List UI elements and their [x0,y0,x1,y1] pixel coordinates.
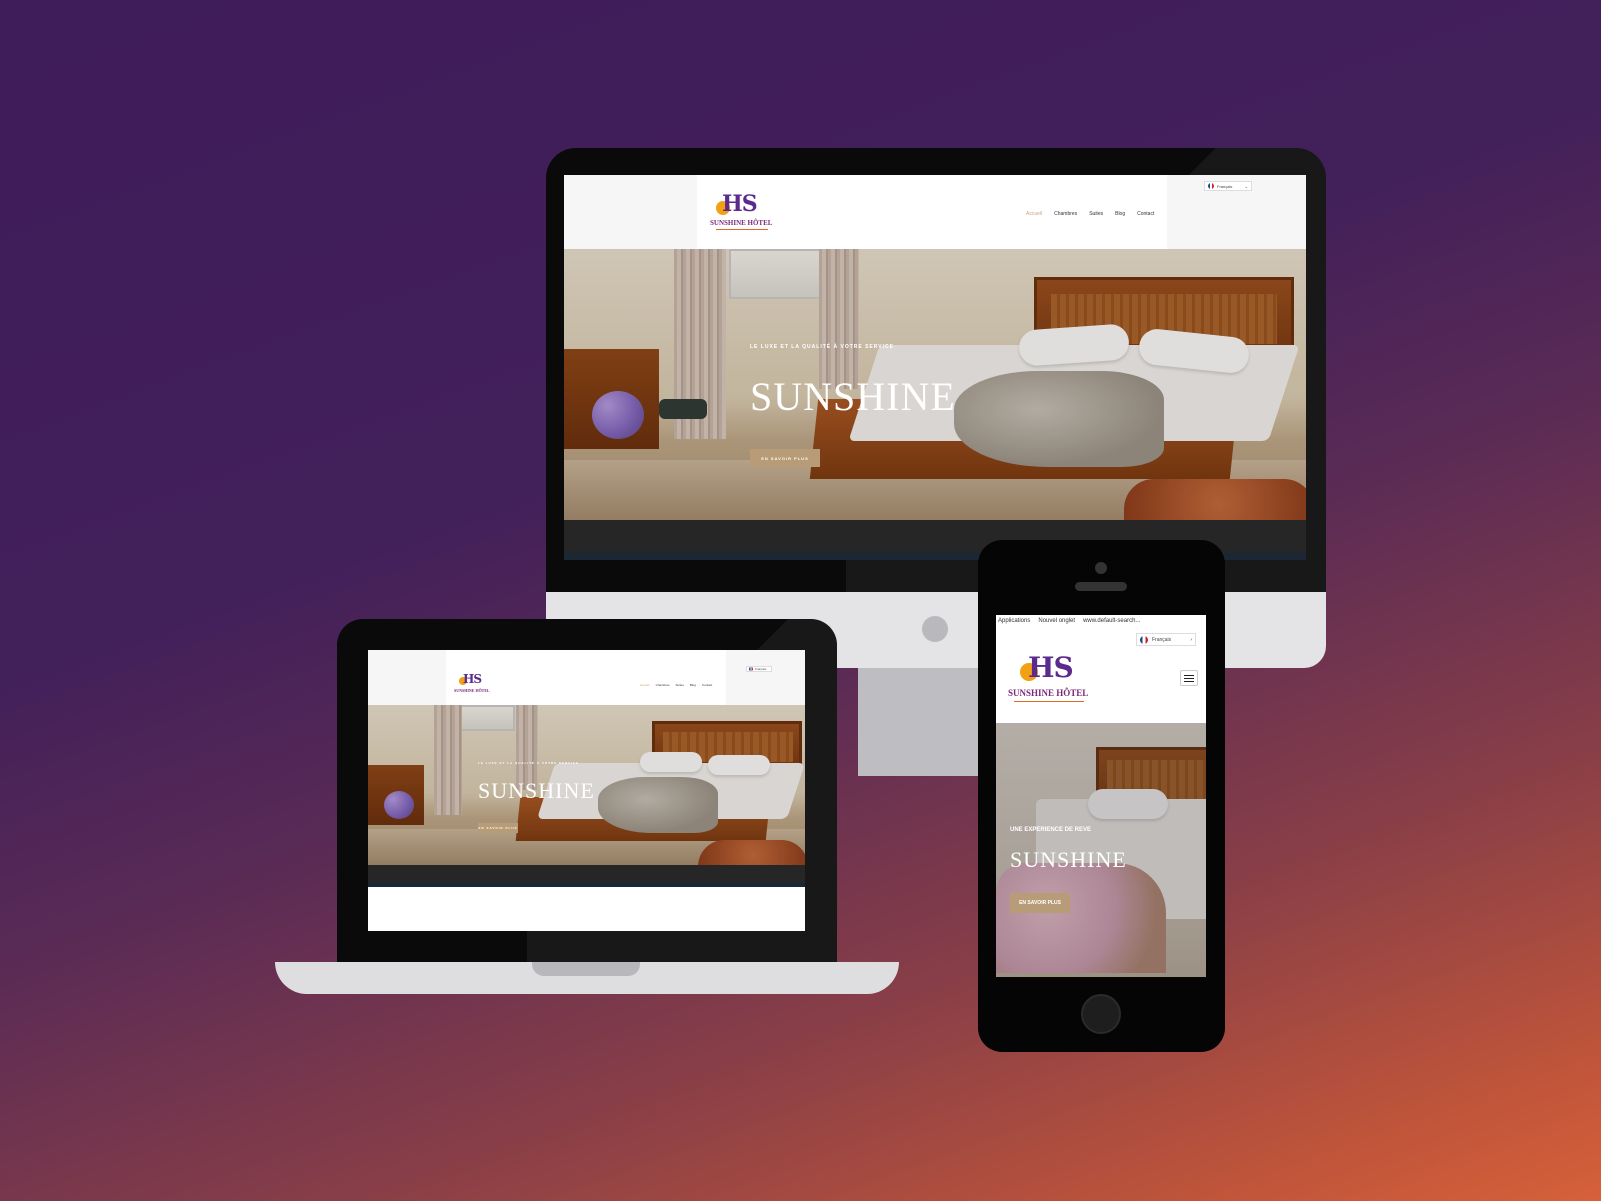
bookmark-applications[interactable]: Applications [998,618,1030,624]
nav-item-contact[interactable]: Contact [702,683,712,687]
phone-home-button[interactable] [1081,994,1121,1034]
language-selector[interactable]: Français [746,666,772,672]
phone-front-camera [1095,562,1107,574]
hero-title: SUNSHINE [750,374,956,419]
language-label: Français [755,667,767,671]
language-label: Français [1217,183,1233,189]
phone-screen: Applications Nouvel onglet www.default-s… [996,615,1206,977]
hero-section: LE LUXE ET LA QUALITÉ À VOTRE SERVICE SU… [368,705,805,865]
site-header: HS SUNSHINE HÔTEL Accueil Chambres Suite… [564,175,1306,249]
hero-section: UNE EXPERIENCE DE REVE SUNSHINE EN SAVOI… [996,723,1206,977]
flag-fr-icon [749,667,753,671]
phone-speaker [1075,582,1127,591]
hero-kicker: UNE EXPERIENCE DE REVE [1010,827,1092,833]
chevron-down-icon: ⌄ [1244,183,1248,189]
nav-item-chambres[interactable]: Chambres [1054,211,1077,217]
footer-band [368,865,805,883]
main-nav: Accueil Chambres Suites Blog Contact [640,683,712,687]
main-nav: Accueil Chambres Suites Blog Contact [1026,211,1154,217]
flag-fr-icon [1208,183,1214,189]
language-selector[interactable]: Français › [1136,633,1196,646]
hero-section: LE LUXE ET LA QUALITÉ À VOTRE SERVICE SU… [564,249,1306,520]
bookmark-default-search[interactable]: www.default-search... [1083,618,1140,624]
chevron-down-icon: › [1190,636,1192,643]
os-taskbar [368,883,805,887]
nav-item-blog[interactable]: Blog [1115,211,1125,217]
nav-item-suites[interactable]: Suites [676,683,684,687]
nav-item-accueil[interactable]: Accueil [1026,211,1042,217]
laptop-screen: HS SUNSHINE HÔTEL Accueil Chambres Suite… [368,650,805,931]
hero-learn-more-button[interactable]: EN SAVOIR PLUS [478,823,518,833]
site-logo[interactable]: HS SUNSHINE HÔTEL [1008,651,1098,707]
hero-learn-more-button[interactable]: EN SAVOIR PLUS [1010,893,1070,913]
site-logo[interactable]: HS SUNSHINE HÔTEL [710,191,780,235]
nav-item-suites[interactable]: Suites [1089,211,1103,217]
hero-title: SUNSHINE [1010,847,1127,872]
language-selector[interactable]: Français ⌄ [1204,181,1252,191]
nav-item-chambres[interactable]: Chambres [656,683,670,687]
language-label: Français [1152,636,1172,643]
brand-name: SUNSHINE HÔTEL [710,219,773,227]
hero-kicker: LE LUXE ET LA QUALITÉ À VOTRE SERVICE [750,344,894,350]
laptop-notch [532,962,640,976]
hamburger-icon[interactable] [1180,670,1198,686]
brand-name: SUNSHINE HÔTEL [454,688,490,693]
nav-item-contact[interactable]: Contact [1137,211,1154,217]
bookmark-new-tab[interactable]: Nouvel onglet [1038,618,1075,624]
nav-item-blog[interactable]: Blog [690,683,696,687]
monitor-camera-dot [922,616,948,642]
hero-learn-more-button[interactable]: EN SAVOIR PLUS [750,449,820,467]
nav-item-accueil[interactable]: Accueil [640,683,650,687]
site-logo[interactable]: HS SUNSHINE HÔTEL [454,672,494,696]
desktop-screen: HS SUNSHINE HÔTEL Accueil Chambres Suite… [564,175,1306,560]
brand-name: SUNSHINE HÔTEL [1008,688,1089,698]
bookmarks-bar: Applications Nouvel onglet www.default-s… [996,615,1206,627]
hero-kicker: LE LUXE ET LA QUALITÉ À VOTRE SERVICE [478,761,580,765]
hero-title: SUNSHINE [478,778,595,803]
site-header: HS SUNSHINE HÔTEL Accueil Chambres Suite… [368,650,805,705]
flag-fr-icon [1140,635,1148,644]
